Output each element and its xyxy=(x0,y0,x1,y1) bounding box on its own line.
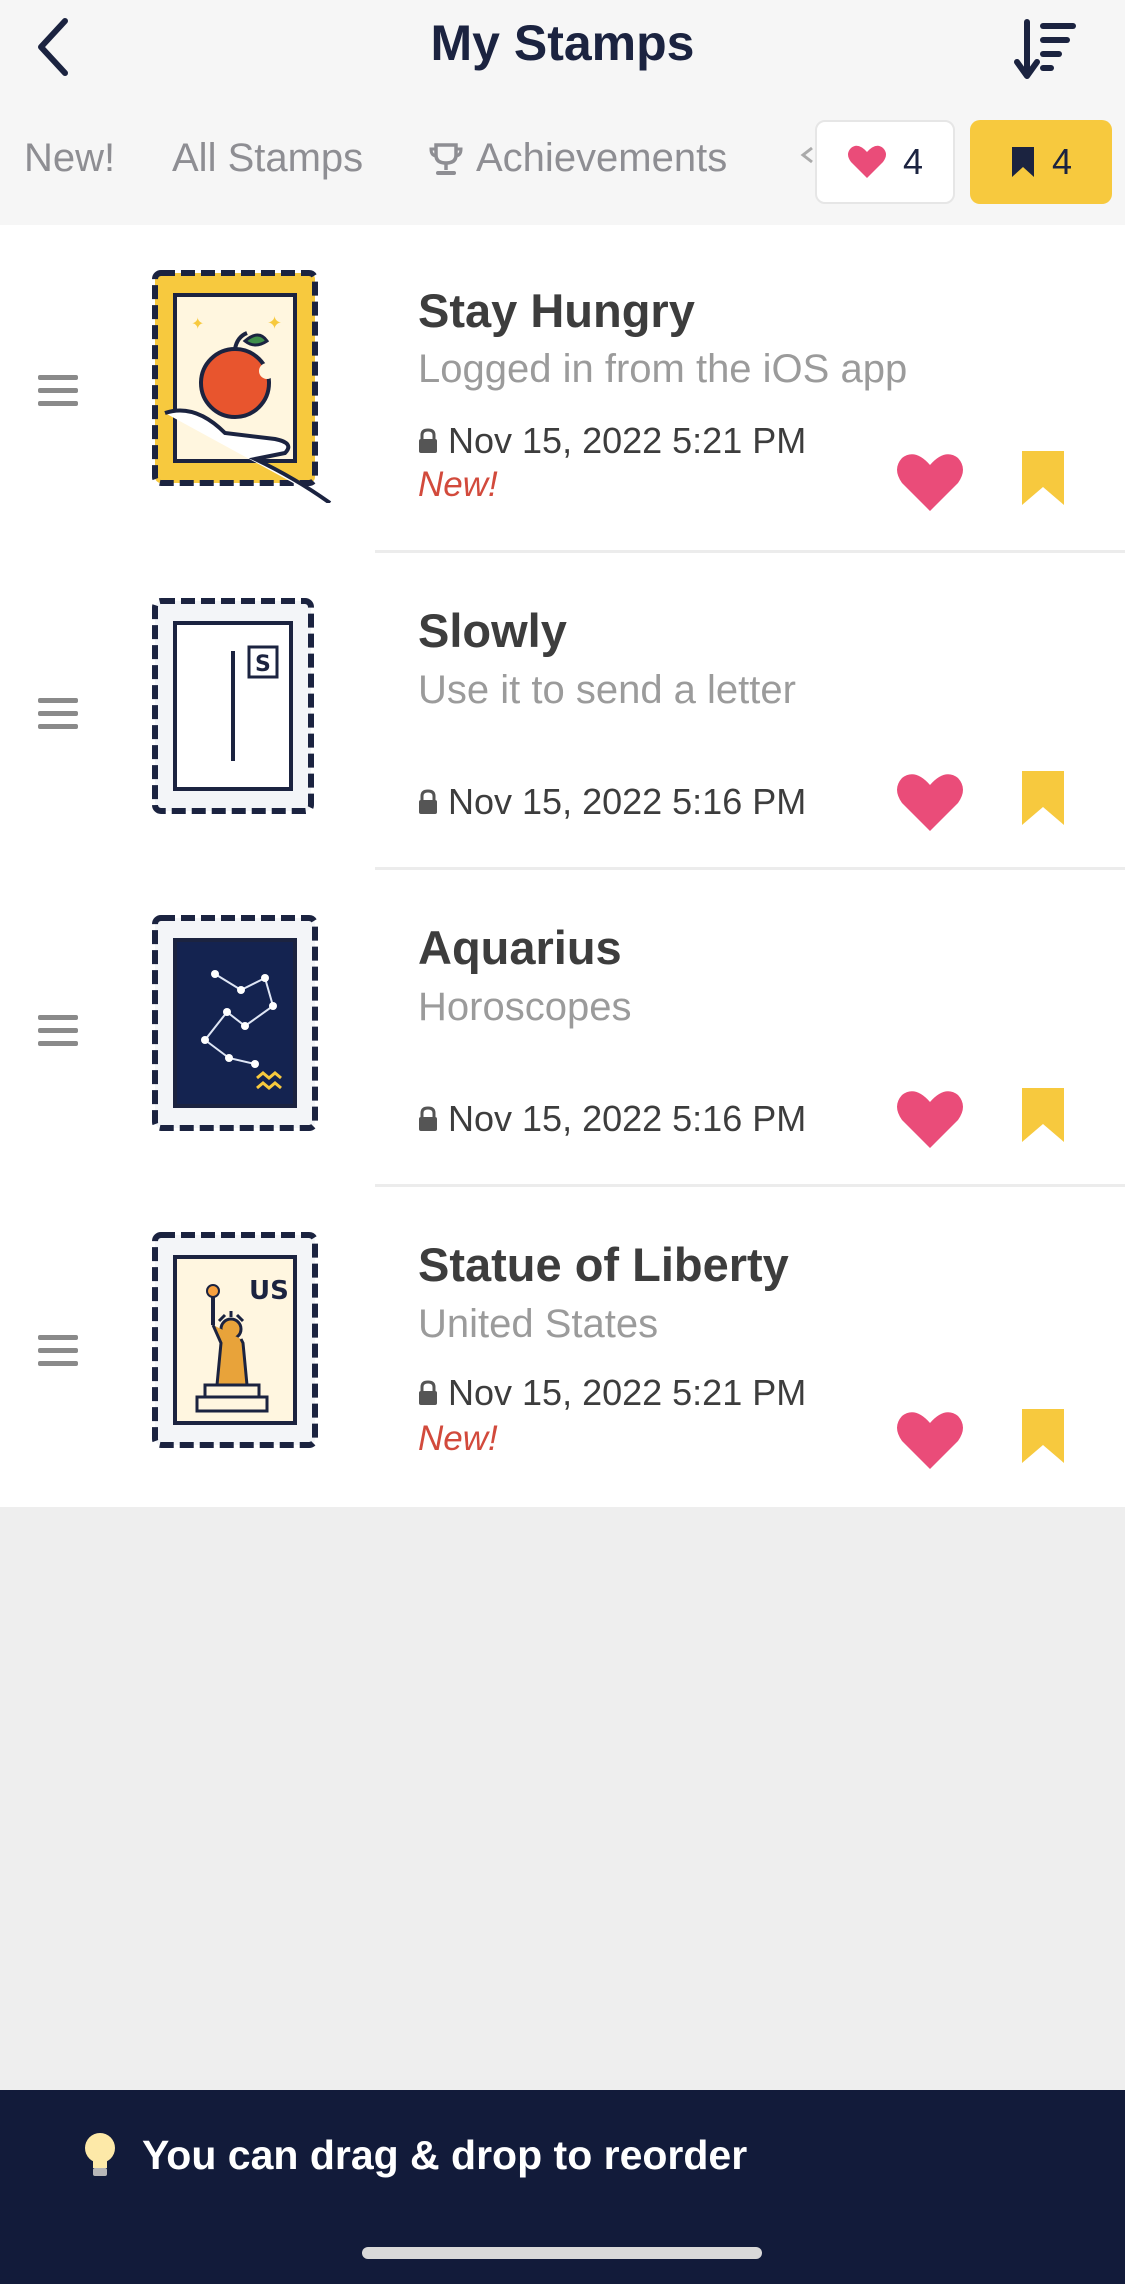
bookmark-icon[interactable] xyxy=(1018,769,1068,827)
heart-icon[interactable] xyxy=(895,451,965,513)
lock-icon xyxy=(419,789,437,814)
tab-bar: New! All Stamps Achievements xyxy=(0,130,1125,200)
stamp-country-label: US xyxy=(249,1276,289,1306)
stamp-description: Horoscopes xyxy=(418,985,632,1029)
svg-text:✦: ✦ xyxy=(191,314,204,333)
stamp-description: United States xyxy=(418,1302,659,1346)
list-item[interactable]: US Statue of Liberty United States Nov 1… xyxy=(0,1187,1125,1507)
list-item[interactable]: S Slowly Use it to send a letter Nov 15,… xyxy=(0,553,1125,870)
list-item[interactable]: Aquarius Horoscopes Nov 15, 2022 5:16 PM xyxy=(0,870,1125,1187)
bookmark-icon[interactable] xyxy=(1018,1407,1068,1465)
drag-hint: You can drag & drop to reorder xyxy=(78,2130,747,2180)
drag-handle-icon[interactable] xyxy=(38,698,78,732)
stamp-image-statue-of-liberty: US xyxy=(152,1232,318,1448)
bookmark-icon[interactable] xyxy=(1018,1086,1068,1144)
tab-all-stamps-label: All Stamps xyxy=(172,136,364,180)
heart-icon[interactable] xyxy=(895,1409,965,1471)
svg-text:✦: ✦ xyxy=(267,313,282,334)
sort-descending-icon xyxy=(1014,19,1076,79)
saved-filter-button[interactable]: 4 xyxy=(970,120,1112,204)
drag-handle-icon[interactable] xyxy=(38,1015,78,1049)
heart-icon xyxy=(847,145,886,178)
tab-achievements[interactable]: Achievements xyxy=(428,136,727,181)
footer-hint-bar: You can drag & drop to reorder xyxy=(0,2090,1125,2284)
stamp-name: Stay Hungry xyxy=(418,284,695,337)
new-badge: New! xyxy=(418,465,498,504)
tab-achievements-label: Achievements xyxy=(476,136,728,180)
heart-icon[interactable] xyxy=(895,771,965,833)
stamp-date-text: Nov 15, 2022 5:21 PM xyxy=(448,1372,807,1413)
stamp-badge-s: S xyxy=(255,652,271,677)
lock-icon xyxy=(419,428,437,453)
stamp-date: Nov 15, 2022 5:16 PM xyxy=(418,781,806,823)
tab-new-label: New! xyxy=(24,136,116,180)
stamp-date-text: Nov 15, 2022 5:16 PM xyxy=(448,781,807,822)
lightbulb-icon xyxy=(85,2133,115,2176)
favorites-count: 4 xyxy=(902,141,924,182)
stamp-date: Nov 15, 2022 5:21 PM xyxy=(418,1372,806,1414)
lock-icon xyxy=(419,1380,437,1405)
new-badge: New! xyxy=(418,1419,498,1458)
stamp-list: ✦ ✦ Stay Hungry Logged in from the iOS a… xyxy=(0,225,1125,1507)
stamp-name: Aquarius xyxy=(418,921,622,974)
stamp-name: Slowly xyxy=(418,604,567,657)
sort-button[interactable] xyxy=(1005,10,1085,90)
stamp-image-slowly: S xyxy=(152,598,314,814)
stamp-image-stay-hungry: ✦ ✦ xyxy=(152,270,332,503)
stamp-description: Logged in from the iOS app xyxy=(418,347,908,391)
list-item[interactable]: ✦ ✦ Stay Hungry Logged in from the iOS a… xyxy=(0,225,1125,553)
drag-hint-text: You can drag & drop to reorder xyxy=(142,2131,748,2178)
stamp-date-text: Nov 15, 2022 5:21 PM xyxy=(448,420,807,461)
page-title: My Stamps xyxy=(430,15,695,71)
favorites-filter-button[interactable]: 4 xyxy=(815,120,955,204)
lock-icon xyxy=(419,1106,437,1131)
bookmark-icon xyxy=(1011,147,1034,177)
heart-icon[interactable] xyxy=(895,1088,965,1150)
home-indicator[interactable] xyxy=(362,2247,762,2259)
bookmark-icon[interactable] xyxy=(1018,449,1068,507)
stamp-description: Use it to send a letter xyxy=(418,668,796,712)
stamp-date: Nov 15, 2022 5:16 PM xyxy=(418,1098,806,1140)
stamp-date-text: Nov 15, 2022 5:16 PM xyxy=(448,1098,807,1139)
tab-all-stamps[interactable]: All Stamps xyxy=(172,136,363,181)
stamp-name: Statue of Liberty xyxy=(418,1238,789,1291)
header: My Stamps New! All Stamps Achievements 4… xyxy=(0,0,1125,227)
stamp-image-aquarius xyxy=(152,915,318,1131)
drag-handle-icon[interactable] xyxy=(38,1335,78,1369)
trophy-icon xyxy=(429,142,463,175)
saved-count: 4 xyxy=(1051,141,1073,182)
tab-new[interactable]: New! xyxy=(24,136,115,181)
drag-handle-icon[interactable] xyxy=(38,375,78,409)
stamp-date: Nov 15, 2022 5:21 PM xyxy=(418,420,806,462)
